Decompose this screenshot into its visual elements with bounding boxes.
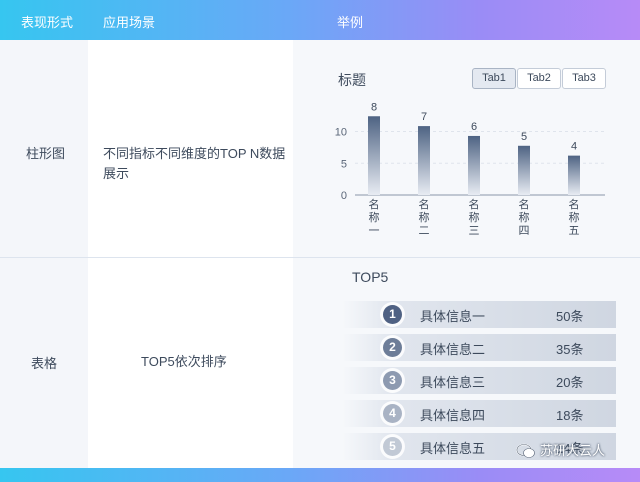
bar: [568, 155, 580, 195]
x-category-label: 名称五: [569, 197, 580, 237]
rank-number: 3: [389, 373, 396, 387]
rank-number: 5: [389, 439, 396, 453]
bar: [468, 135, 480, 195]
bar-value-label: 8: [371, 101, 377, 113]
y-tick-label: 5: [341, 158, 347, 170]
rank-item-name: 具体信息四: [420, 408, 486, 423]
chart-title: 标题: [338, 72, 366, 88]
rank-item-name: 具体信息二: [420, 342, 486, 357]
header-col-scenario: 应用场景: [103, 15, 156, 30]
row1-scenario: 不同指标不同维度的TOP N数据展示: [103, 146, 286, 181]
rank-item-value: 20条: [556, 375, 584, 390]
column-type: [0, 40, 88, 468]
header-col-example: 举例: [337, 15, 364, 30]
top5-title: TOP5: [352, 269, 389, 285]
x-category-label: 名称二: [419, 197, 430, 237]
bar-value-label: 5: [521, 131, 527, 143]
rank-item-value: 35条: [556, 342, 584, 357]
y-tick-label: 0: [341, 190, 347, 202]
row2-type: 表格: [31, 356, 58, 371]
bar: [368, 116, 380, 195]
rank-item-value: 18条: [556, 408, 584, 423]
row-divider: [0, 257, 640, 258]
rank-number: 2: [389, 340, 396, 354]
tab-1[interactable]: Tab1: [472, 68, 516, 89]
bar: [418, 126, 430, 195]
x-category-label: 名称三: [469, 197, 480, 237]
watermark-text: 苏研大云人: [540, 443, 606, 458]
bar-value-label: 7: [421, 111, 427, 123]
rank-number: 4: [389, 406, 396, 420]
x-category-label: 名称一: [369, 197, 380, 237]
rank-item-name: 具体信息一: [420, 309, 486, 324]
tab-3[interactable]: Tab3: [562, 68, 606, 89]
table-header: 表现形式 应用场景 举例: [0, 0, 640, 40]
bar-value-label: 6: [471, 121, 477, 133]
rank-number: 1: [389, 307, 396, 321]
header-col-type: 表现形式: [21, 15, 74, 30]
x-category-label: 名称四: [519, 197, 530, 237]
row2-scenario: TOP5依次排序: [141, 354, 227, 369]
wechat-icon: [516, 443, 535, 458]
row1-type: 柱形图: [26, 146, 66, 161]
rank-item-value: 50条: [556, 309, 584, 324]
rank-item-name: 具体信息三: [420, 375, 486, 390]
tab-2[interactable]: Tab2: [517, 68, 561, 89]
y-tick-label: 10: [335, 127, 347, 139]
rank-item-name: 具体信息五: [420, 441, 486, 456]
column-scenario: [88, 40, 293, 468]
bar-chart: 0 5 10 8 7 6 5 4 名称一 名称二 名称三 名称四 名称五: [335, 101, 605, 237]
footer-bar: [0, 468, 640, 482]
bar-value-label: 4: [571, 141, 577, 153]
bar: [518, 145, 530, 195]
